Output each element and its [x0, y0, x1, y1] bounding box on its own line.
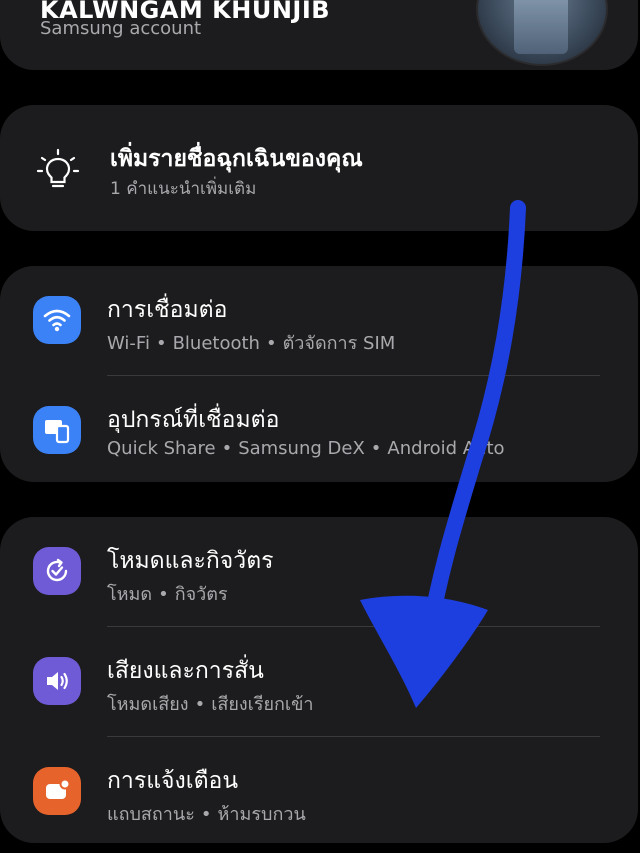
separator: •: [194, 694, 206, 715]
wifi-icon: [33, 296, 81, 344]
connected-devices-subtitle: Quick Share • Samsung DeX • Android Auto: [107, 438, 505, 459]
sub-quick-share: Quick Share: [107, 438, 216, 459]
sub-bluetooth: Bluetooth: [172, 333, 260, 354]
avatar[interactable]: SA: [476, 0, 608, 66]
sub-wifi: Wi-Fi: [107, 333, 150, 354]
sub-status-bar: แถบสถานะ: [107, 804, 195, 825]
separator: •: [370, 438, 382, 459]
sub-do-not-disturb: ห้ามรบกวน: [217, 804, 306, 825]
account-subtitle: Samsung account: [40, 18, 202, 39]
separator: •: [155, 333, 167, 354]
avatar-figure: [514, 0, 568, 54]
connections-card: การเชื่อมต่อ Wi-Fi • Bluetooth • ตัวจัดการ S…: [0, 266, 638, 482]
sub-sound-mode: โหมดเสียง: [107, 694, 189, 715]
settings-item-connections[interactable]: การเชื่อมต่อ Wi-Fi • Bluetooth • ตัวจัดการ S…: [0, 266, 638, 370]
notification-icon: [33, 767, 81, 815]
account-card[interactable]: KALWNGAM KHUNJIB Samsung account SA: [0, 0, 638, 70]
notifications-subtitle: แถบสถานะ • ห้ามรบกวน: [107, 799, 306, 828]
modes-routines-subtitle: โหมด • กิจวัตร: [107, 579, 228, 608]
suggestion-card[interactable]: เพิ่มรายชื่อฉุกเฉินของคุณ 1 คำแนะนำเพิ่ม…: [0, 105, 638, 231]
connections-subtitle: Wi-Fi • Bluetooth • ตัวจัดการ SIM: [107, 328, 395, 357]
connected-devices-title: อุปกรณ์ที่เชื่อมต่อ: [107, 407, 280, 433]
sub-android-auto: Android Auto: [387, 438, 505, 459]
separator: •: [200, 804, 212, 825]
suggestion-title: เพิ่มรายชื่อฉุกเฉินของคุณ: [110, 146, 363, 172]
sub-routines: กิจวัตร: [174, 584, 228, 605]
connected-devices-icon: [33, 406, 81, 454]
modes-routines-icon: [33, 547, 81, 595]
sounds-vibration-subtitle: โหมดเสียง • เสียงเรียกเข้า: [107, 689, 314, 718]
settings-item-connected-devices[interactable]: อุปกรณ์ที่เชื่อมต่อ Quick Share • Samsung …: [0, 376, 638, 480]
sub-samsung-dex: Samsung DeX: [238, 438, 365, 459]
modes-card: โหมดและกิจวัตร โหมด • กิจวัตร เสียงและการส…: [0, 517, 638, 843]
sub-ringtone: เสียงเรียกเข้า: [211, 694, 314, 715]
settings-item-notifications[interactable]: การแจ้งเตือน แถบสถานะ • ห้ามรบกวน: [0, 737, 638, 841]
separator: •: [158, 584, 169, 605]
modes-routines-title: โหมดและกิจวัตร: [107, 548, 274, 574]
sounds-vibration-title: เสียงและการสั่น: [107, 658, 264, 684]
suggestion-subtitle: 1 คำแนะนำเพิ่มเติม: [110, 179, 257, 199]
sub-sim-manager: ตัวจัดการ SIM: [282, 333, 396, 354]
sub-modes: โหมด: [107, 584, 153, 605]
speaker-icon: [33, 657, 81, 705]
lightbulb-icon: [36, 148, 80, 188]
suggestion-row[interactable]: เพิ่มรายชื่อฉุกเฉินของคุณ 1 คำแนะนำเพิ่ม…: [0, 105, 638, 209]
separator: •: [265, 333, 277, 354]
connections-title: การเชื่อมต่อ: [107, 297, 228, 323]
settings-item-sounds-vibration[interactable]: เสียงและการสั่น โหมดเสียง • เสียงเรียกเข้า: [0, 627, 638, 731]
settings-screen: KALWNGAM KHUNJIB Samsung account SA เพิ่…: [0, 0, 640, 853]
separator: •: [221, 438, 233, 459]
settings-item-modes-routines[interactable]: โหมดและกิจวัตร โหมด • กิจวัตร: [0, 517, 638, 621]
notifications-title: การแจ้งเตือน: [107, 768, 239, 794]
